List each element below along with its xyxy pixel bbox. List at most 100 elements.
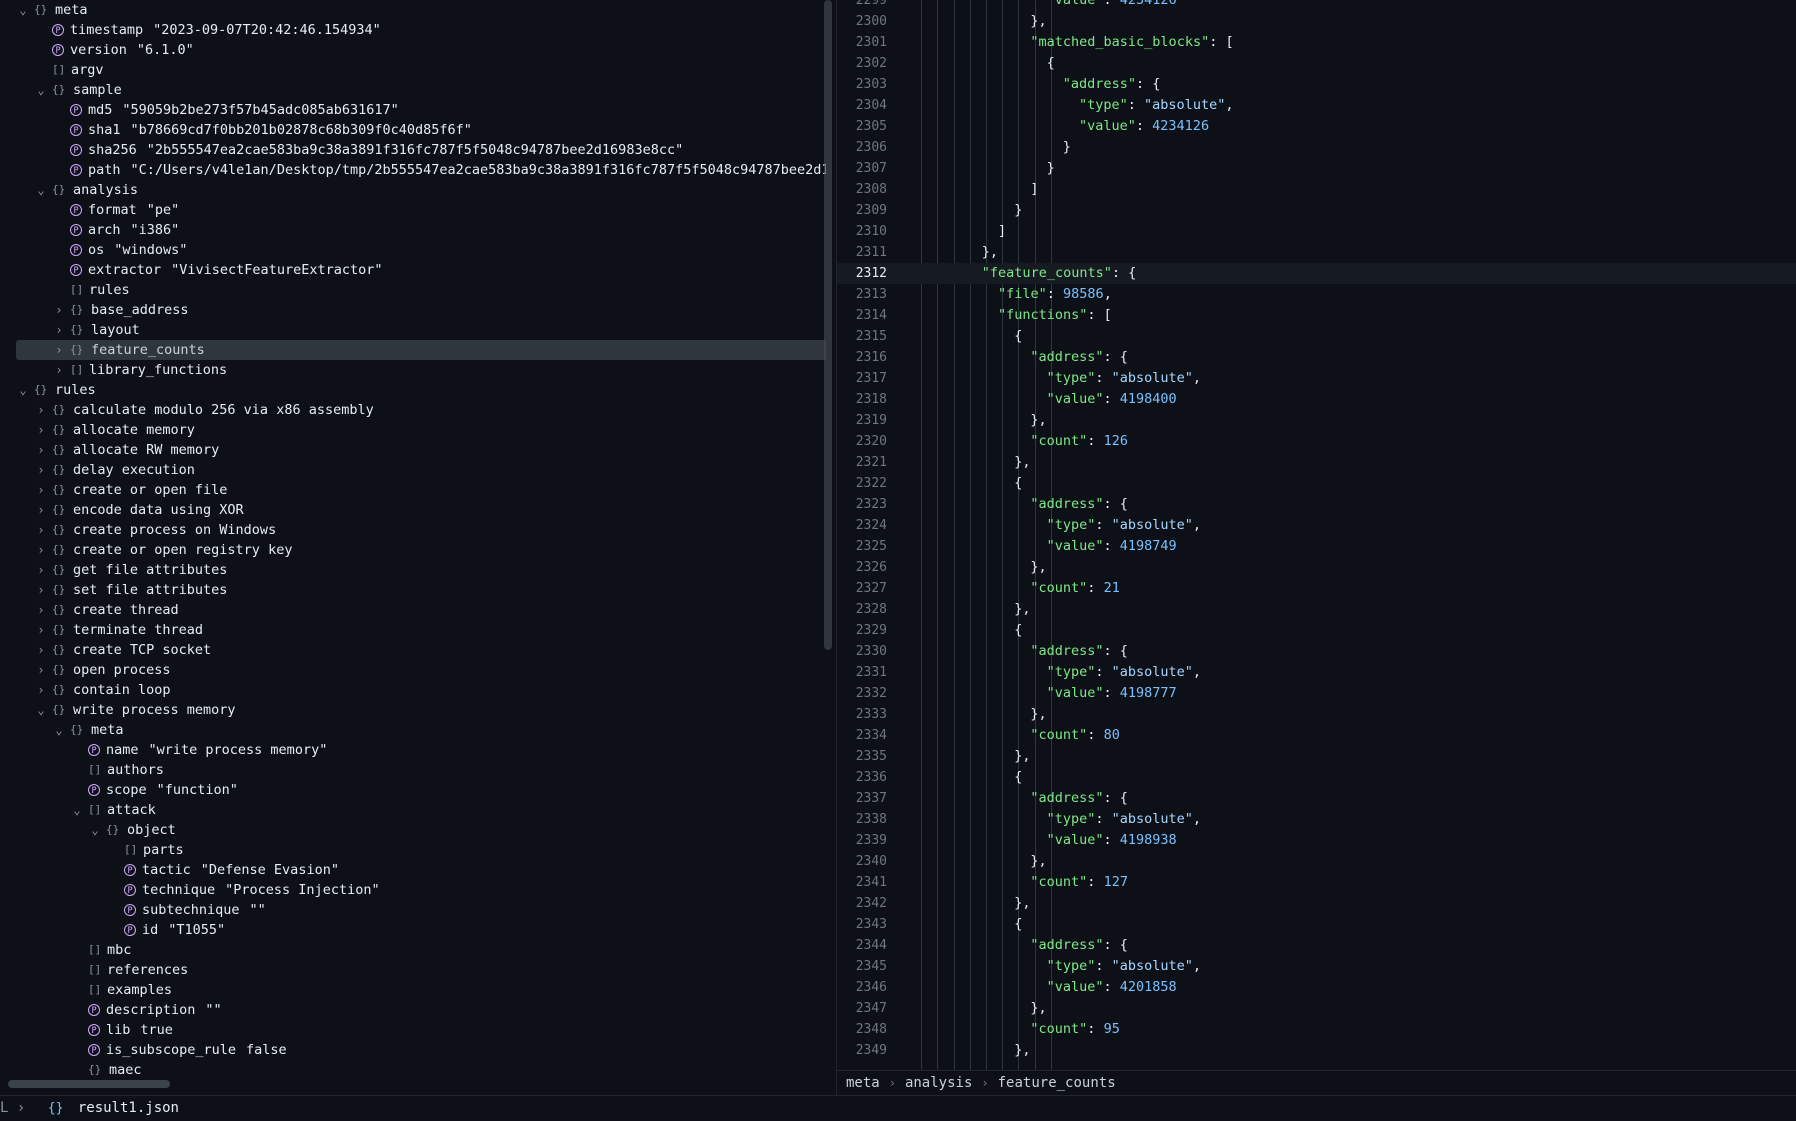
code-line[interactable]: 2324 "type": "absolute", xyxy=(837,515,1796,536)
code-line[interactable]: 2327 "count": 21 xyxy=(837,578,1796,599)
code-line[interactable]: 2344 "address": { xyxy=(837,935,1796,956)
code-line[interactable]: 2331 "type": "absolute", xyxy=(837,662,1796,683)
tree-node[interactable]: ⌄ {} analysis xyxy=(34,180,138,200)
breadcrumb-item[interactable]: feature_counts xyxy=(998,1075,1116,1091)
tree-node[interactable]: Pos "windows" xyxy=(52,240,187,260)
code-line[interactable]: 2328}, xyxy=(837,599,1796,620)
code-line[interactable]: 2307} xyxy=(837,158,1796,179)
code-line[interactable]: 2301 "matched_basic_blocks": [ xyxy=(837,32,1796,53)
chevron-right-icon[interactable]: › xyxy=(34,420,48,440)
chevron-down-icon[interactable]: ⌄ xyxy=(52,720,66,740)
chevron-right-icon[interactable]: › xyxy=(34,520,48,540)
code-line[interactable]: 2333}, xyxy=(837,704,1796,725)
tree-node[interactable]: › {} get file attributes xyxy=(34,560,227,580)
chevron-right-icon[interactable]: › xyxy=(34,640,48,660)
tree-node[interactable]: › [] library_functions xyxy=(52,360,227,380)
tree-node[interactable]: › {} contain loop xyxy=(34,680,170,700)
tree-node[interactable]: Pid "T1055" xyxy=(106,920,225,940)
code-line[interactable]: 2313 "file": 98586, xyxy=(837,284,1796,305)
code-line[interactable]: 2323 "address": { xyxy=(837,494,1796,515)
code-line[interactable]: 2338 "type": "absolute", xyxy=(837,809,1796,830)
tree-node[interactable]: Pname "write process memory" xyxy=(70,740,327,760)
code-line[interactable]: 2334 "count": 80 xyxy=(837,725,1796,746)
tree-node[interactable]: ⌄ {} meta xyxy=(16,0,87,20)
tree-node[interactable]: › {} set file attributes xyxy=(34,580,227,600)
json-editor[interactable]: 2299 "value": 4234126 2300}, 2301 "matched_b… xyxy=(837,0,1796,1070)
tree-node[interactable]: ⌄ {} sample xyxy=(34,80,121,100)
chevron-right-icon[interactable]: › xyxy=(52,320,66,340)
tree-node[interactable]: ⌄ {} object xyxy=(88,820,175,840)
code-line[interactable]: 2321}, xyxy=(837,452,1796,473)
tree-node[interactable]: Pscope "function" xyxy=(70,780,238,800)
tree-node[interactable]: [] examples xyxy=(70,980,172,1000)
tree-node[interactable]: [] argv xyxy=(34,60,104,80)
chevron-right-icon[interactable]: › xyxy=(34,400,48,420)
chevron-right-icon[interactable]: › xyxy=(34,480,48,500)
tree-node[interactable]: › {} terminate thread xyxy=(34,620,203,640)
tree-node[interactable]: Pversion "6.1.0" xyxy=(34,40,194,60)
chevron-down-icon[interactable]: ⌄ xyxy=(88,820,102,840)
code-line[interactable]: 2337 "address": { xyxy=(837,788,1796,809)
code-line[interactable]: 2316 "address": { xyxy=(837,347,1796,368)
chevron-down-icon[interactable]: ⌄ xyxy=(34,700,48,720)
tree-node[interactable]: Pis_subscope_rule false xyxy=(70,1040,287,1060)
code-line[interactable]: 2319}, xyxy=(837,410,1796,431)
tree-node[interactable]: {} maec xyxy=(70,1060,142,1080)
tree-node[interactable]: [] mbc xyxy=(70,940,131,960)
tree-node[interactable]: › {} delay execution xyxy=(34,460,195,480)
chevron-right-icon[interactable]: › xyxy=(34,540,48,560)
chevron-right-icon[interactable]: › xyxy=(52,300,66,320)
code-line[interactable]: 2349}, xyxy=(837,1040,1796,1061)
tree-node[interactable]: ⌄ {} write process memory xyxy=(34,700,235,720)
tree-node[interactable]: ⌄ {} meta xyxy=(52,720,123,740)
tree-node[interactable]: › {} allocate RW memory xyxy=(34,440,219,460)
code-line[interactable]: 2341 "count": 127 xyxy=(837,872,1796,893)
code-line[interactable]: 2326}, xyxy=(837,557,1796,578)
chevron-right-icon[interactable]: › xyxy=(34,680,48,700)
tree-node[interactable]: Ptactic "Defense Evasion" xyxy=(106,860,339,880)
chevron-right-icon[interactable]: › xyxy=(34,440,48,460)
tree-node[interactable]: [] parts xyxy=(106,840,184,860)
tree-vertical-scrollbar[interactable] xyxy=(824,0,832,650)
code-line[interactable]: 2330 "address": { xyxy=(837,641,1796,662)
tree-node[interactable]: › {} allocate memory xyxy=(34,420,195,440)
code-line[interactable]: 2309} xyxy=(837,200,1796,221)
code-line[interactable]: 2306} xyxy=(837,137,1796,158)
code-line[interactable]: 2332 "value": 4198777 xyxy=(837,683,1796,704)
code-line[interactable]: 2348 "count": 95 xyxy=(837,1019,1796,1040)
code-line[interactable]: 2310] xyxy=(837,221,1796,242)
chevron-right-icon[interactable]: › xyxy=(34,560,48,580)
tree-node[interactable]: Psubtechnique "" xyxy=(106,900,266,920)
code-line[interactable]: 2336 { xyxy=(837,767,1796,788)
chevron-right-icon[interactable]: › xyxy=(34,580,48,600)
tree-node[interactable]: Psha256 "2b555547ea2cae583ba9c38a3891f316… xyxy=(52,140,683,160)
code-line[interactable]: 2305 "value": 4234126 xyxy=(837,116,1796,137)
chevron-right-icon[interactable]: › xyxy=(52,340,66,360)
code-line[interactable]: 2311}, xyxy=(837,242,1796,263)
tree-node[interactable]: › {} create thread xyxy=(34,600,178,620)
tree-node[interactable]: Plib true xyxy=(70,1020,173,1040)
chevron-down-icon[interactable]: ⌄ xyxy=(34,80,48,100)
code-line[interactable]: 2312 "feature_counts": { xyxy=(837,263,1796,284)
code-line[interactable]: 2342}, xyxy=(837,893,1796,914)
tree-node[interactable]: › {} calculate modulo 256 via x86 assembly xyxy=(34,400,373,420)
code-line[interactable]: 2343 { xyxy=(837,914,1796,935)
chevron-right-icon[interactable]: › xyxy=(52,360,66,380)
tree-node[interactable]: Ptimestamp "2023-09-07T20:42:46.154934" xyxy=(34,20,381,40)
tree-node[interactable]: › {} open process xyxy=(34,660,170,680)
tree-node[interactable]: Pextractor "VivisectFeatureExtractor" xyxy=(52,260,382,280)
tree-node[interactable]: [] rules xyxy=(52,280,130,300)
code-line[interactable]: 2335}, xyxy=(837,746,1796,767)
tree-node[interactable]: › {} encode data using XOR xyxy=(34,500,243,520)
chevron-down-icon[interactable]: ⌄ xyxy=(16,380,30,400)
code-line[interactable]: 2299 "value": 4234126 xyxy=(837,0,1796,11)
chevron-right-icon[interactable]: › xyxy=(34,620,48,640)
code-line[interactable]: 2347}, xyxy=(837,998,1796,1019)
tree-node[interactable]: › {} create process on Windows xyxy=(34,520,276,540)
chevron-right-icon[interactable]: › xyxy=(34,660,48,680)
tree-node[interactable]: ⌄ {} rules xyxy=(16,380,95,400)
tree-node[interactable]: › {} create or open file xyxy=(34,480,227,500)
tree-node[interactable]: › {} create or open registry key xyxy=(34,540,292,560)
chevron-down-icon[interactable]: ⌄ xyxy=(34,180,48,200)
breadcrumb-item[interactable]: analysis xyxy=(905,1075,972,1091)
